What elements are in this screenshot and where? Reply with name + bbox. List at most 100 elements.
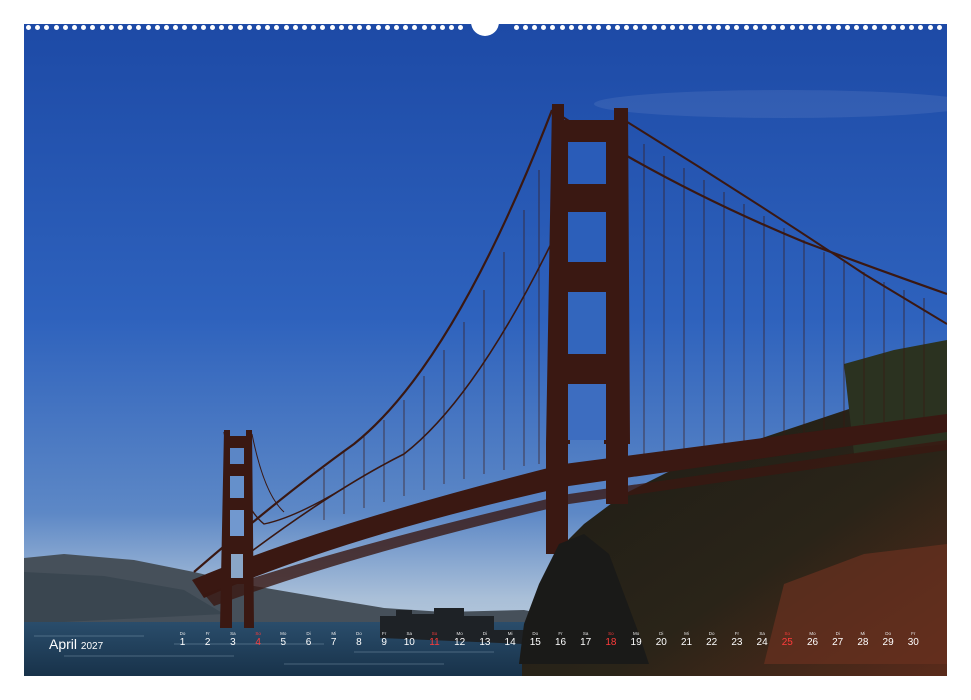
month-label: April 2027 xyxy=(49,636,103,652)
day-number: 26 xyxy=(806,637,819,648)
day-number: 10 xyxy=(403,637,415,648)
binding-hole xyxy=(633,25,639,30)
day-number: 21 xyxy=(680,637,693,648)
binding-hole xyxy=(394,25,399,30)
calendar-day: Sa 24 xyxy=(750,631,775,649)
binding-hole xyxy=(697,25,703,30)
binding-hole xyxy=(706,25,712,30)
binding-hole xyxy=(127,25,133,30)
day-number: 1 xyxy=(179,637,186,648)
binding-hole xyxy=(338,25,344,30)
binding-hole xyxy=(292,25,298,30)
binding-hole xyxy=(826,25,832,30)
binding-hole xyxy=(881,25,887,30)
binding-hole xyxy=(890,25,896,30)
binding-hole xyxy=(909,25,915,30)
binding-hole xyxy=(44,25,50,30)
binding-hole xyxy=(412,25,418,30)
binding-hole xyxy=(421,25,427,30)
binding-hole xyxy=(844,25,850,30)
binding-hole xyxy=(154,25,160,30)
binding-hole xyxy=(357,25,363,30)
day-number: 13 xyxy=(479,637,491,648)
calendar-day: Sa 10 xyxy=(397,631,422,649)
binding-hole xyxy=(430,25,436,30)
calendar-day: Di 20 xyxy=(649,631,674,649)
binding-hole xyxy=(302,25,307,30)
binding-hole xyxy=(532,25,537,30)
day-number: 17 xyxy=(580,637,592,648)
day-number: 11 xyxy=(429,637,440,648)
binding-hole xyxy=(587,25,593,30)
binding-hole xyxy=(900,25,905,30)
binding-hole xyxy=(513,25,519,30)
binding-hole xyxy=(210,25,215,30)
day-number: 19 xyxy=(630,637,642,648)
day-number: 5 xyxy=(280,637,287,648)
binding-hole xyxy=(403,25,409,30)
binding-hole xyxy=(108,25,114,30)
binding-hole xyxy=(550,25,556,30)
binding-hole xyxy=(725,25,731,30)
binding-hole xyxy=(329,25,335,30)
binding-hole xyxy=(522,25,528,30)
calendar-day: Mi 7 xyxy=(321,631,346,649)
binding-hole xyxy=(854,25,859,30)
binding-hole xyxy=(72,25,77,30)
day-number: 18 xyxy=(605,637,617,648)
binding-hole xyxy=(440,25,445,30)
binding-hole xyxy=(771,25,777,30)
day-number: 7 xyxy=(330,637,337,648)
binding-hole xyxy=(320,25,326,30)
binding-hole xyxy=(311,25,317,30)
calendar-day: Mi 21 xyxy=(674,631,699,649)
binding-hole xyxy=(798,25,804,30)
day-number: 9 xyxy=(381,637,387,648)
binding-hole xyxy=(90,25,96,30)
binding-hole xyxy=(283,25,289,30)
binding-hole xyxy=(927,25,933,30)
binding-hole xyxy=(182,25,188,30)
binding-hole xyxy=(366,25,372,30)
binding-hole xyxy=(384,25,390,30)
day-number: 2 xyxy=(204,637,211,648)
calendar-day: Mi 14 xyxy=(498,631,523,649)
calendar-day: Do 22 xyxy=(699,631,724,649)
day-number: 27 xyxy=(832,637,844,648)
binding-hole xyxy=(743,25,749,30)
calendar-day: So 11 xyxy=(422,631,447,649)
binding-hole xyxy=(808,25,813,30)
binding-hole xyxy=(164,25,169,30)
binding-hole xyxy=(936,25,942,30)
binding-hole xyxy=(596,25,602,30)
day-number: 14 xyxy=(504,637,516,648)
month-name: April xyxy=(49,636,78,652)
binding-hole xyxy=(173,25,179,30)
binding-hole xyxy=(835,25,841,30)
day-number: 30 xyxy=(907,637,919,648)
binding-hole xyxy=(688,25,694,30)
binding-hole xyxy=(817,25,823,30)
binding-hole xyxy=(679,25,685,30)
binding-hole xyxy=(246,25,252,30)
day-number: 15 xyxy=(529,637,541,648)
binding-hole xyxy=(191,25,197,30)
day-number: 28 xyxy=(857,637,869,648)
day-number: 24 xyxy=(756,637,768,648)
binding-hole xyxy=(568,25,574,30)
binding-hole xyxy=(35,25,41,30)
binding-hole xyxy=(578,25,583,30)
binding-hole xyxy=(62,25,68,30)
calendar-day: Mo 26 xyxy=(800,631,825,649)
binding-hole xyxy=(863,25,869,30)
binding-hole xyxy=(752,25,758,30)
binding-hole xyxy=(918,25,924,30)
binding-hole xyxy=(348,25,353,30)
binding-hole xyxy=(200,25,206,30)
calendar-day: Di 6 xyxy=(296,631,321,649)
calendar-day: Fr 23 xyxy=(724,631,749,649)
binding-hole xyxy=(228,25,234,30)
binding-hole xyxy=(81,25,87,30)
calendar-day: Fr 30 xyxy=(901,631,926,649)
calendar-day: Fr 2 xyxy=(195,631,220,649)
